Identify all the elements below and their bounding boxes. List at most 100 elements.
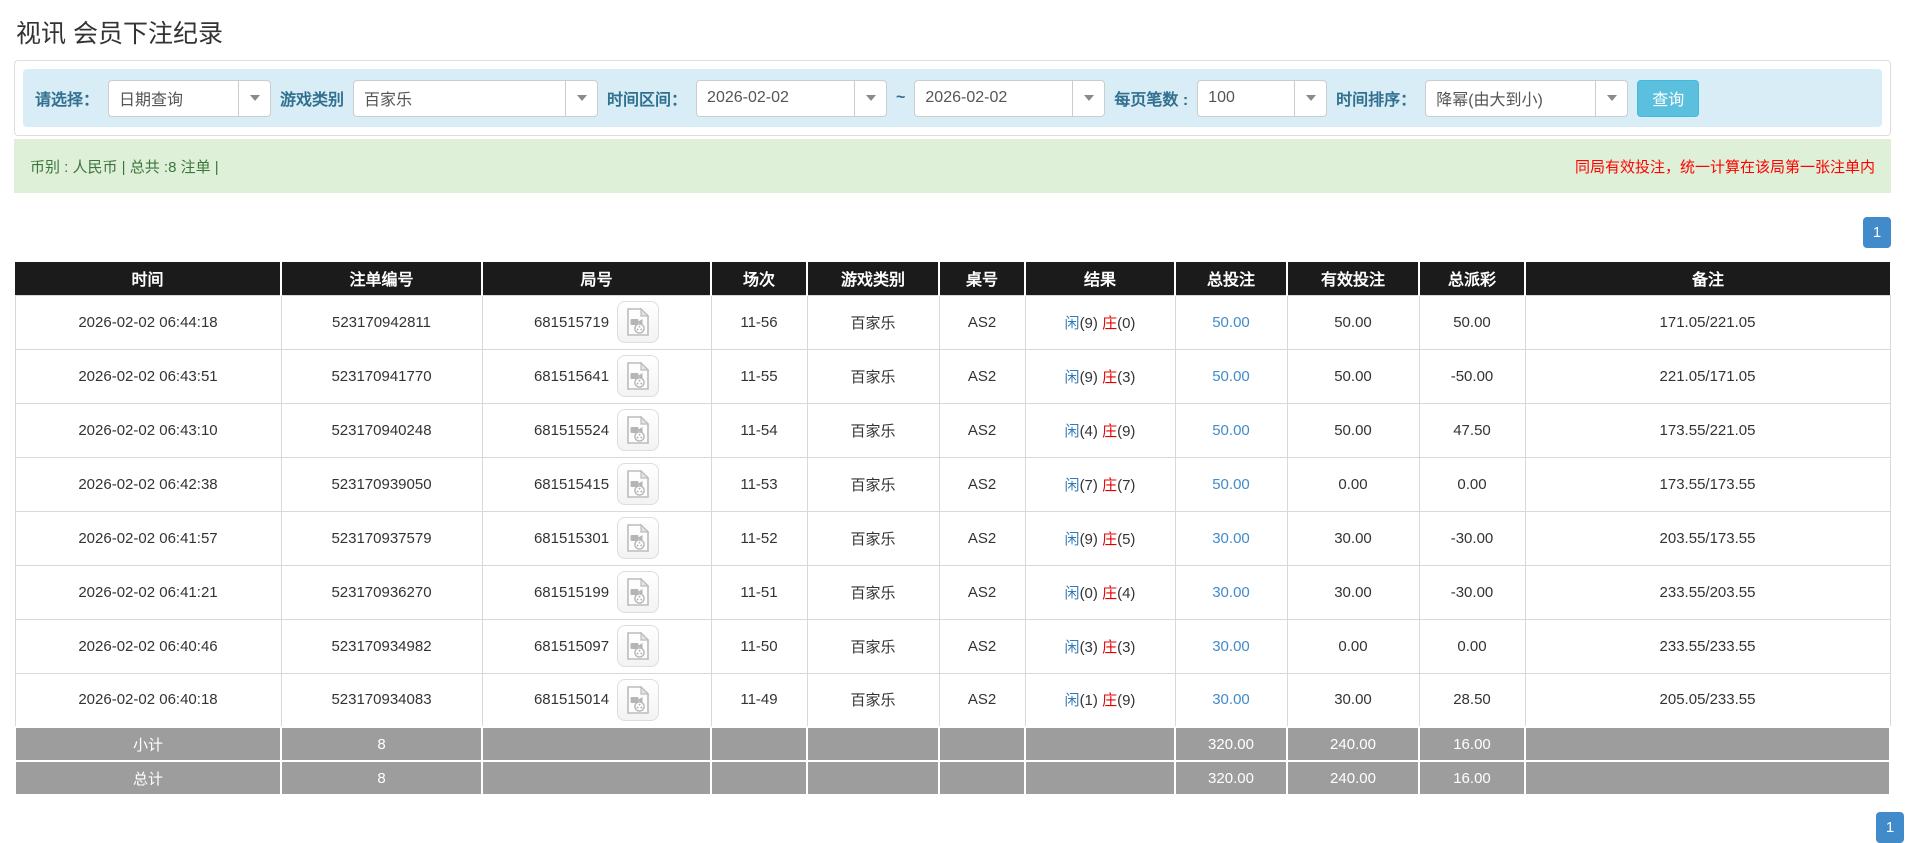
page-size-dropdown-button[interactable]	[1294, 79, 1328, 117]
video-file-icon	[627, 632, 650, 660]
sort-label: 时间排序：	[1336, 92, 1417, 109]
result-banker-score: (5)	[1117, 530, 1136, 548]
query-type-select[interactable]: 日期查询	[108, 79, 272, 117]
cell-result: 闲(4) 庄(9)	[1024, 402, 1176, 458]
date-from-value[interactable]: 2026-02-02	[696, 79, 855, 117]
cell-bet-id: 523170934982	[280, 618, 483, 674]
search-button[interactable]: 查询	[1637, 79, 1700, 117]
cell-round-id: 681515719	[481, 294, 712, 350]
cell-total-bet: 30.00	[1174, 564, 1288, 620]
date-from-dropdown-button[interactable]	[854, 79, 888, 117]
cell-note: 221.05/171.05	[1524, 348, 1891, 404]
date-to-dropdown-button[interactable]	[1072, 79, 1106, 117]
result-player-label: 闲	[1064, 638, 1080, 656]
total-bet-link[interactable]: 30.00	[1212, 584, 1250, 601]
cell-table-no: AS2	[938, 618, 1026, 674]
cell-result: 闲(9) 庄(0)	[1024, 294, 1176, 350]
total-bet-link[interactable]: 30.00	[1212, 530, 1250, 547]
sort-value[interactable]: 降幂(由大到小)	[1425, 79, 1596, 117]
video-replay-button[interactable]	[617, 463, 660, 505]
result-player-score: (1)	[1079, 692, 1098, 710]
query-type-value[interactable]: 日期查询	[108, 79, 239, 117]
cell-valid-bet: 50.00	[1286, 348, 1420, 404]
header-total-bet: 总投注	[1175, 262, 1288, 295]
subtotal-total-bet: 320.00	[1174, 726, 1288, 762]
cell-bet-id: 523170937579	[280, 510, 483, 566]
cell-valid-bet: 0.00	[1286, 456, 1420, 512]
video-file-icon	[627, 416, 650, 444]
cell-total-bet: 30.00	[1174, 672, 1288, 728]
total-bet-link[interactable]: 50.00	[1212, 314, 1250, 331]
date-separator: ~	[896, 89, 906, 106]
video-replay-button[interactable]	[617, 301, 660, 343]
chevron-down-icon	[865, 95, 876, 101]
page-1-button[interactable]: 1	[1863, 217, 1891, 248]
header-note: 备注	[1525, 262, 1890, 295]
result-player-label: 闲	[1064, 422, 1080, 440]
result-player-label: 闲	[1064, 584, 1080, 602]
page-1-button-bottom[interactable]: 1	[1876, 812, 1904, 843]
cell-note: 171.05/221.05	[1524, 294, 1891, 350]
sort-select[interactable]: 降幂(由大到小)	[1425, 79, 1629, 117]
subtotal-payout: 16.00	[1418, 726, 1526, 762]
cell-round-id: 681515301	[481, 510, 712, 566]
result-banker-score: (3)	[1117, 638, 1136, 656]
summary-note-text: 同局有效投注，统一计算在该局第一张注单内	[1574, 158, 1875, 176]
video-file-icon	[627, 685, 650, 714]
cell-session: 11-52	[710, 510, 808, 566]
round-id-text: 681515301	[533, 529, 610, 547]
cell-note: 205.05/233.55	[1524, 672, 1891, 728]
video-file-icon	[627, 470, 650, 498]
cell-result: 闲(0) 庄(4)	[1024, 564, 1176, 620]
game-type-select[interactable]: 百家乐	[353, 79, 599, 117]
page-title: 视讯 会员下注纪录	[16, 20, 223, 48]
game-type-dropdown-button[interactable]	[565, 79, 599, 117]
total-bet-link[interactable]: 30.00	[1212, 638, 1250, 655]
table-row: 2026-02-02 06:42:38 523170939050 6815154…	[14, 456, 1891, 512]
result-player-label: 闲	[1064, 476, 1080, 494]
total-bet-link[interactable]: 50.00	[1212, 476, 1250, 493]
date-from-select[interactable]: 2026-02-02	[696, 79, 888, 117]
summary-totals-text: 币别 : 人民币 | 总共 :8 注单 |	[30, 158, 219, 176]
result-banker-label: 庄	[1102, 638, 1118, 656]
cell-result: 闲(3) 庄(3)	[1024, 618, 1176, 674]
date-to-select[interactable]: 2026-02-02	[914, 79, 1106, 117]
cell-round-id: 681515199	[481, 564, 712, 620]
total-total-bet: 320.00	[1174, 760, 1288, 796]
result-banker-score: (4)	[1117, 584, 1136, 602]
header-valid-bet: 有效投注	[1287, 262, 1420, 295]
page-size-value[interactable]: 100	[1197, 79, 1295, 117]
header-time: 时间	[15, 262, 282, 295]
video-replay-button[interactable]	[617, 517, 660, 559]
total-bet-link[interactable]: 50.00	[1212, 422, 1250, 439]
cell-bet-id: 523170941770	[280, 348, 483, 404]
filter-bar: 请选择： 日期查询 游戏类别 百家乐 时间区间： 2026-02-02 ~ 20…	[23, 69, 1882, 127]
sort-dropdown-button[interactable]	[1595, 79, 1629, 117]
header-table-no: 桌号	[939, 262, 1026, 295]
video-replay-button[interactable]	[617, 409, 660, 451]
game-type-value[interactable]: 百家乐	[353, 79, 566, 117]
video-replay-button[interactable]	[617, 355, 660, 397]
header-session: 场次	[711, 262, 808, 295]
video-replay-button[interactable]	[617, 678, 660, 721]
cell-table-no: AS2	[938, 456, 1026, 512]
cell-time: 2026-02-02 06:41:21	[14, 564, 282, 620]
cell-time: 2026-02-02 06:40:18	[14, 672, 282, 728]
date-to-value[interactable]: 2026-02-02	[914, 79, 1073, 117]
cell-table-no: AS2	[938, 294, 1026, 350]
round-id-text: 681515415	[533, 475, 610, 493]
result-player-label: 闲	[1064, 530, 1080, 548]
video-file-icon	[627, 578, 650, 606]
cell-note: 173.55/221.05	[1524, 402, 1891, 458]
video-replay-button[interactable]	[617, 625, 660, 667]
query-type-dropdown-button[interactable]	[238, 79, 272, 117]
total-bet-link[interactable]: 50.00	[1212, 368, 1250, 385]
video-replay-button[interactable]	[617, 571, 660, 613]
cell-valid-bet: 50.00	[1286, 294, 1420, 350]
table-row: 2026-02-02 06:43:51 523170941770 6815156…	[14, 348, 1891, 404]
page-size-select[interactable]: 100	[1197, 79, 1328, 117]
total-bet-link[interactable]: 30.00	[1212, 691, 1250, 708]
cell-game-type: 百家乐	[806, 672, 940, 728]
cell-total-bet: 50.00	[1174, 402, 1288, 458]
cell-game-type: 百家乐	[806, 456, 940, 512]
